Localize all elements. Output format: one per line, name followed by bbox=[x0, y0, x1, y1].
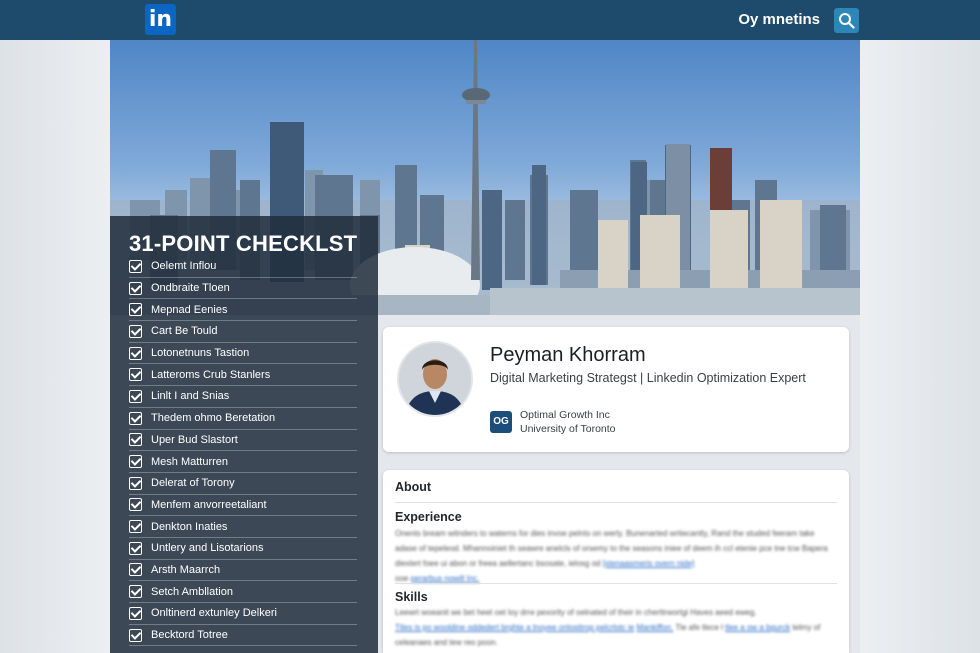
checklist-item[interactable]: Untlery and Lisotarions bbox=[129, 538, 357, 560]
checkbox-checked-icon[interactable] bbox=[129, 585, 142, 599]
checkbox-checked-icon[interactable] bbox=[129, 476, 142, 490]
skills-description: Leewrt woeanit we bet heet oet loy drre … bbox=[395, 608, 821, 647]
checkbox-checked-icon[interactable] bbox=[129, 520, 142, 534]
profile-card: Peyman Khorram Digital Marketing Strateg… bbox=[383, 327, 849, 452]
page-background-left bbox=[0, 40, 110, 653]
checklist-item[interactable]: Setch Ambllation bbox=[129, 581, 357, 603]
checklist-item[interactable]: Menfem anvorreetaliant bbox=[129, 495, 357, 517]
checkbox-checked-icon[interactable] bbox=[129, 541, 142, 555]
divider bbox=[395, 583, 837, 584]
about-heading: About bbox=[395, 480, 432, 494]
checklist-item[interactable]: Delerat of Torony bbox=[129, 473, 357, 495]
checkbox-checked-icon[interactable] bbox=[129, 303, 142, 317]
top-bar-label[interactable]: Oy mnetins bbox=[738, 11, 820, 28]
checkbox-checked-icon[interactable] bbox=[129, 628, 142, 642]
skills-link-3[interactable]: tlee a ow a bgurck bbox=[725, 623, 790, 632]
top-navigation-bar: in Oy mnetins bbox=[0, 0, 980, 40]
checklist-item[interactable]: Denkton Inaties bbox=[129, 516, 357, 538]
search-icon bbox=[839, 13, 855, 29]
checklist-item[interactable]: Oelemt Inflou bbox=[129, 256, 357, 278]
checklist-title: 31-POINT CHECKLST bbox=[129, 231, 358, 256]
checkbox-checked-icon[interactable] bbox=[129, 259, 142, 273]
profile-headline: Digital Marketing Strategst | Linkedin O… bbox=[490, 371, 806, 385]
experience-description: Onents bream witnders to waterns for die… bbox=[395, 529, 828, 583]
checkbox-checked-icon[interactable] bbox=[129, 324, 142, 338]
current-company[interactable]: Optimal Growth Inc bbox=[520, 409, 610, 421]
checkbox-checked-icon[interactable] bbox=[129, 563, 142, 577]
checkbox-checked-icon[interactable] bbox=[129, 281, 142, 295]
checklist-item[interactable]: Ondbraite Tloen bbox=[129, 278, 357, 300]
checklist-item[interactable]: Linlt I and Snias bbox=[129, 386, 357, 408]
checkbox-checked-icon[interactable] bbox=[129, 389, 142, 403]
checklist-item[interactable]: Cart Be Tould bbox=[129, 321, 357, 343]
checklist-panel: 31-POINT CHECKLST Oelemt Inflou Ondbrait… bbox=[110, 216, 378, 653]
checkbox-checked-icon[interactable] bbox=[129, 606, 142, 620]
profile-name: Peyman Khorram bbox=[490, 344, 646, 366]
checklist-item[interactable]: Uper Bud Slastort bbox=[129, 430, 357, 452]
checkbox-checked-icon[interactable] bbox=[129, 498, 142, 512]
divider bbox=[395, 502, 837, 503]
checkbox-checked-icon[interactable] bbox=[129, 433, 142, 447]
company-logo-icon[interactable]: OG bbox=[490, 411, 512, 433]
checklist-item[interactable]: Lotonetnuns Tastion bbox=[129, 343, 357, 365]
checkbox-checked-icon[interactable] bbox=[129, 368, 142, 382]
checkbox-checked-icon[interactable] bbox=[129, 346, 142, 360]
checklist-item[interactable]: Thedem ohmo Beretation bbox=[129, 408, 357, 430]
checklist-item[interactable]: Mepnad Eenies bbox=[129, 299, 357, 322]
checklist-items: Oelemt Inflou Ondbraite Tloen Mepnad Een… bbox=[129, 256, 357, 647]
experience-heading: Experience bbox=[395, 510, 462, 524]
about-card: About Experience Onents bream witnders t… bbox=[383, 470, 849, 653]
experience-link[interactable]: [stenaasmeris overn nide] bbox=[603, 559, 695, 568]
education-school[interactable]: University of Toronto bbox=[520, 423, 616, 435]
checkbox-checked-icon[interactable] bbox=[129, 411, 142, 425]
checklist-item[interactable]: Arsth Maarrch bbox=[129, 560, 357, 582]
search-button[interactable] bbox=[834, 8, 859, 33]
checklist-item[interactable]: Becktord Totree bbox=[129, 625, 357, 647]
page-background-right bbox=[860, 40, 980, 653]
skills-heading: Skills bbox=[395, 590, 428, 604]
experience-company-link[interactable]: perarbus nowill Inc. bbox=[411, 574, 480, 583]
profile-photo-icon bbox=[399, 343, 471, 415]
checklist-item[interactable]: Latteroms Crub Stanlers bbox=[129, 364, 357, 387]
skills-link-2[interactable]: Mankiffon. bbox=[637, 623, 674, 632]
skills-link[interactable]: Ttles is po wooldine oddedert brghte a l… bbox=[395, 623, 634, 632]
checklist-item[interactable]: Onltinerd extunley Delkeri bbox=[129, 603, 357, 625]
checkbox-checked-icon[interactable] bbox=[129, 455, 142, 469]
avatar[interactable] bbox=[397, 341, 473, 417]
linkedin-logo-icon[interactable]: in bbox=[145, 4, 176, 35]
checklist-item[interactable]: Mesh Matturren bbox=[129, 451, 357, 473]
